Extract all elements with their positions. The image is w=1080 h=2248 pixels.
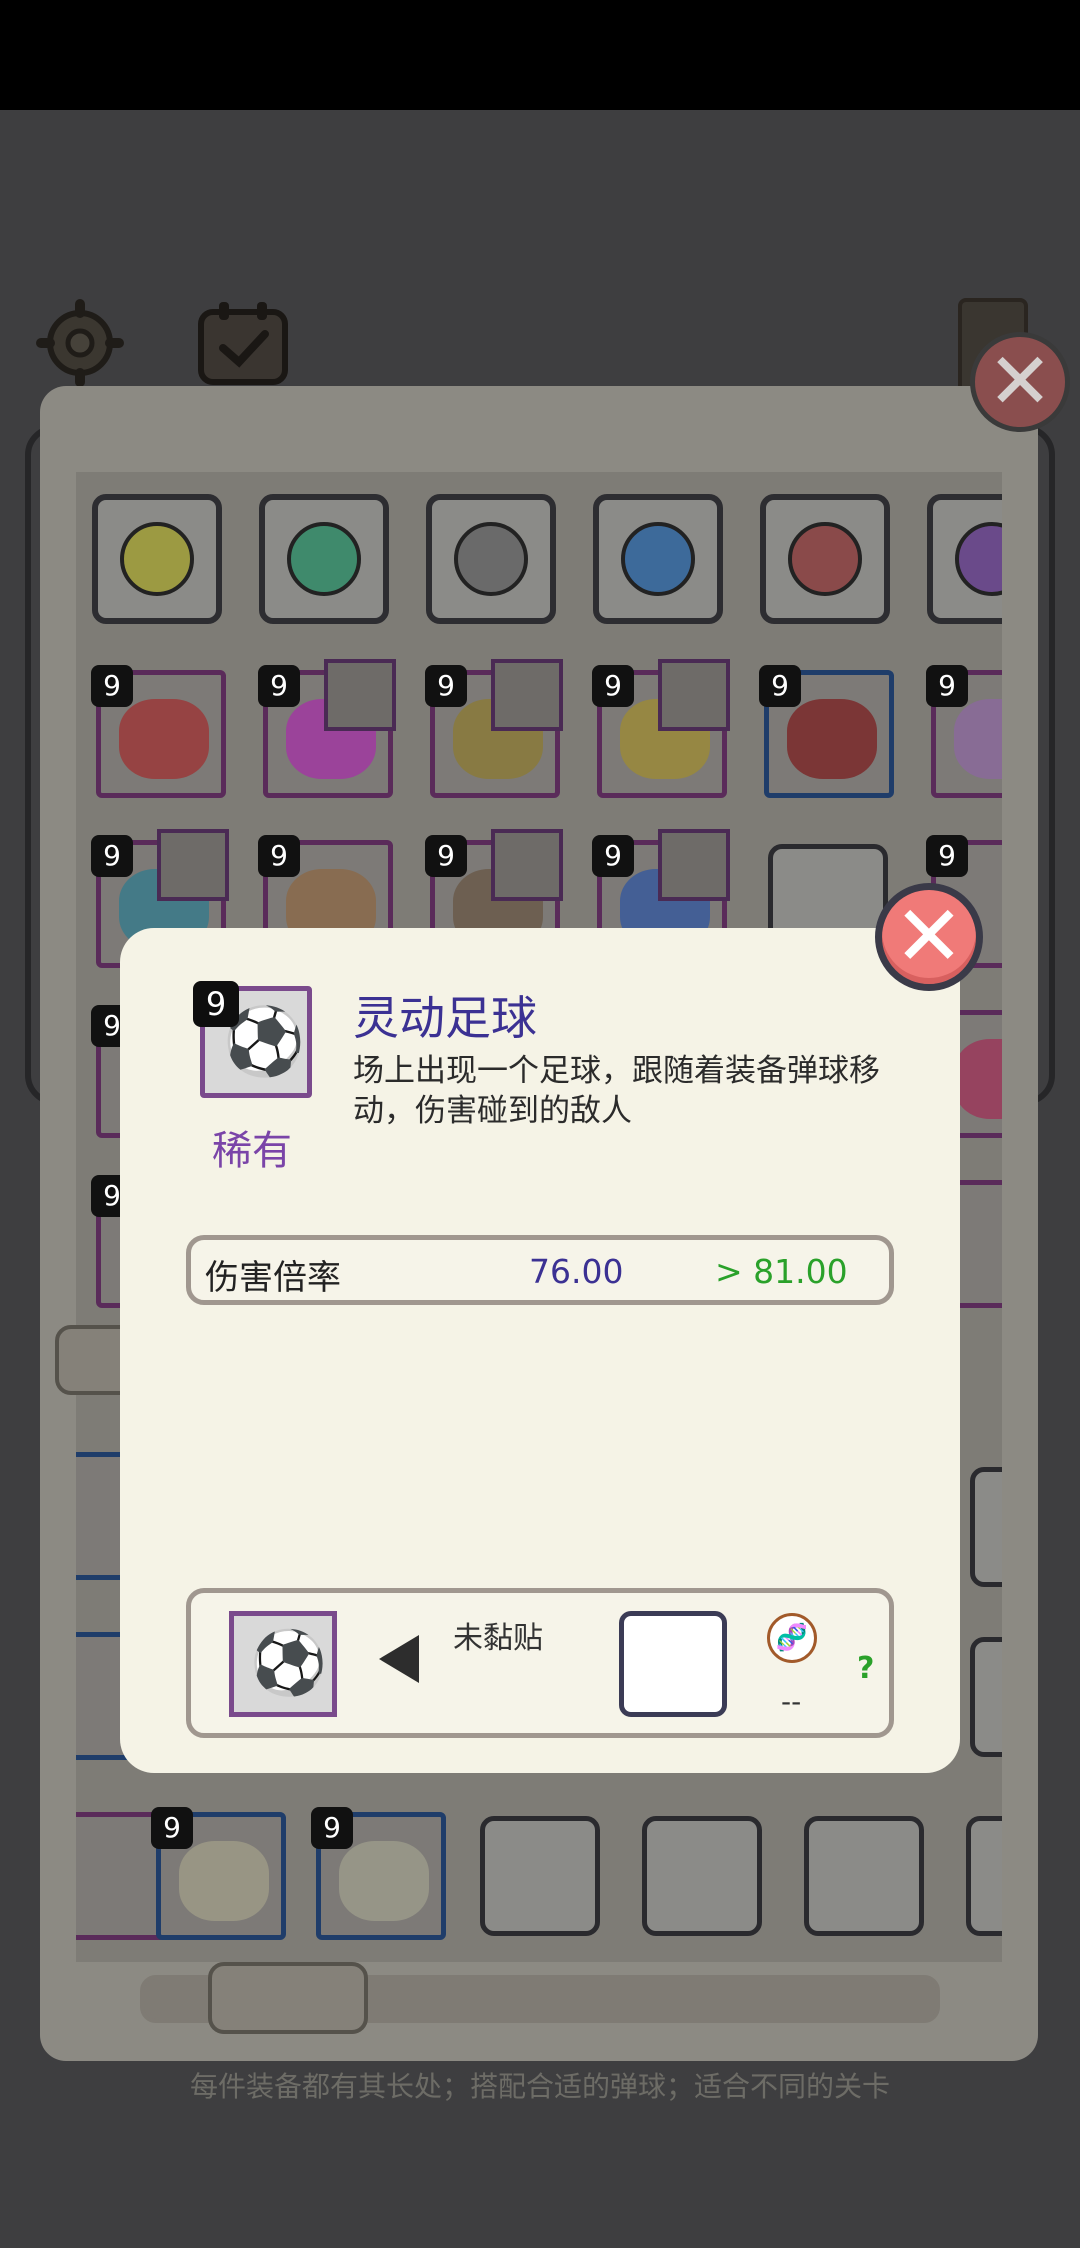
- level-badge: 9: [91, 665, 133, 707]
- item-description: 场上出现一个足球，跟随着装备弹球移动，伤害碰到的敌人: [353, 1053, 880, 1129]
- stat-label: 伤害倍率: [205, 1258, 341, 1298]
- dialog-close-button[interactable]: ✕: [875, 883, 983, 991]
- face-slot[interactable]: [760, 494, 890, 624]
- level-badge: 9: [258, 835, 300, 877]
- level-badge: 9: [759, 665, 801, 707]
- item-title: 灵动足球: [353, 991, 537, 1045]
- rarity-label: 稀有: [212, 1128, 292, 1174]
- equipment-tile[interactable]: 9: [759, 665, 894, 798]
- equipment-tile[interactable]: 9: [91, 665, 226, 798]
- empty-slot[interactable]: [804, 1816, 924, 1936]
- sticker-panel: ⚽ 未黏贴 🧬 -- ?: [186, 1588, 894, 1738]
- empty-slot[interactable]: [642, 1816, 762, 1936]
- item-icon: ⚽ 9: [193, 981, 312, 1098]
- help-button[interactable]: ?: [857, 1651, 874, 1686]
- equipment-tile[interactable]: 9: [926, 665, 1002, 798]
- close-icon: ✕: [893, 887, 965, 985]
- face-slot[interactable]: [426, 494, 556, 624]
- close-icon: ✕: [987, 337, 1053, 427]
- empty-slot[interactable]: [480, 1816, 600, 1936]
- hint-text: 每件装备都有其长处；搭配合适的弹球；适合不同的关卡: [189, 2070, 890, 2103]
- settings-gear-icon: [36, 299, 124, 387]
- sub-icon: [324, 659, 396, 731]
- arrow-left-icon: [379, 1635, 419, 1683]
- level-badge: 9: [311, 1807, 353, 1849]
- face-slot[interactable]: [259, 494, 389, 624]
- dna-icon[interactable]: 🧬: [767, 1613, 817, 1663]
- face-slot[interactable]: [927, 494, 1002, 624]
- sub-icon: [658, 829, 730, 901]
- scroll-thumb[interactable]: [208, 1962, 368, 2034]
- sticker-status: 未黏贴: [453, 1621, 543, 1656]
- level-badge: 9: [926, 835, 968, 877]
- empty-slot[interactable]: [970, 1467, 1002, 1587]
- level-badge: 9: [425, 835, 467, 877]
- empty-slot[interactable]: [970, 1637, 1002, 1757]
- equipment-tile[interactable]: 9: [425, 659, 563, 798]
- egg-tile[interactable]: 9: [311, 1807, 446, 1940]
- equipment-tile[interactable]: 9: [592, 659, 730, 798]
- calendar-check-icon: [198, 302, 288, 385]
- face-slot[interactable]: [92, 494, 222, 624]
- egg-tile[interactable]: 9: [151, 1807, 286, 1940]
- level-badge: 9: [592, 665, 634, 707]
- equipment-tile[interactable]: 9: [258, 659, 396, 798]
- sub-icon: [157, 829, 229, 901]
- sub-icon: [658, 659, 730, 731]
- stat-current-value: 76.00: [529, 1252, 624, 1291]
- level-badge: 9: [258, 665, 300, 707]
- dna-value: --: [781, 1685, 802, 1718]
- empty-slot[interactable]: [966, 1816, 1002, 1936]
- stat-row-damage: 伤害倍率 76.00 > 81.00: [186, 1235, 894, 1305]
- sub-icon: [491, 659, 563, 731]
- sticker-source-slot[interactable]: ⚽: [229, 1611, 337, 1717]
- sticker-target-slot[interactable]: [619, 1611, 727, 1717]
- level-badge: 9: [91, 835, 133, 877]
- stat-next-value: > 81.00: [715, 1252, 848, 1291]
- face-slot[interactable]: [593, 494, 723, 624]
- status-bar: [0, 0, 1080, 110]
- level-badge: 9: [425, 665, 467, 707]
- level-badge: 9: [193, 981, 239, 1027]
- sub-icon: [491, 829, 563, 901]
- level-badge: 9: [151, 1807, 193, 1849]
- panel-close-button[interactable]: ✕: [970, 332, 1070, 432]
- level-badge: 9: [926, 665, 968, 707]
- soccer-ball-icon: ⚽: [250, 1626, 328, 1699]
- level-badge: 9: [592, 835, 634, 877]
